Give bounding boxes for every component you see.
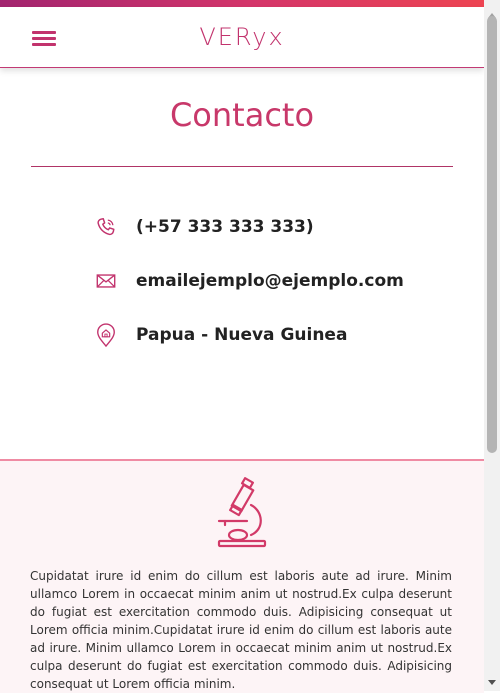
contact-email: emailejemplo@ejemplo.com [95,268,404,294]
scrollbar[interactable] [484,0,500,691]
microscope-icon [213,477,271,553]
location-pin-icon [95,323,117,348]
contact-location: Papua - Nueva Guinea [95,322,347,348]
header: VERyx [0,7,484,68]
page-title: Contacto [169,96,315,134]
scroll-down-arrow-icon[interactable] [484,675,500,691]
phone-icon [95,216,117,238]
location-text: Papua - Nueva Guinea [136,325,348,345]
title-divider [31,166,453,167]
mail-icon [95,270,117,292]
contact-phone: (+57 333 333 333) [95,214,314,240]
top-gradient-bar [0,0,500,7]
footer-description: Cupidatat irure id enim do cillum est la… [30,569,452,691]
phone-number: (+57 333 333 333) [136,217,314,237]
brand-logo[interactable]: VERyx [0,23,484,51]
footer: Cupidatat irure id enim do cillum est la… [0,459,484,693]
scrollbar-thumb[interactable] [487,16,497,453]
email-address[interactable]: emailejemplo@ejemplo.com [136,271,404,291]
